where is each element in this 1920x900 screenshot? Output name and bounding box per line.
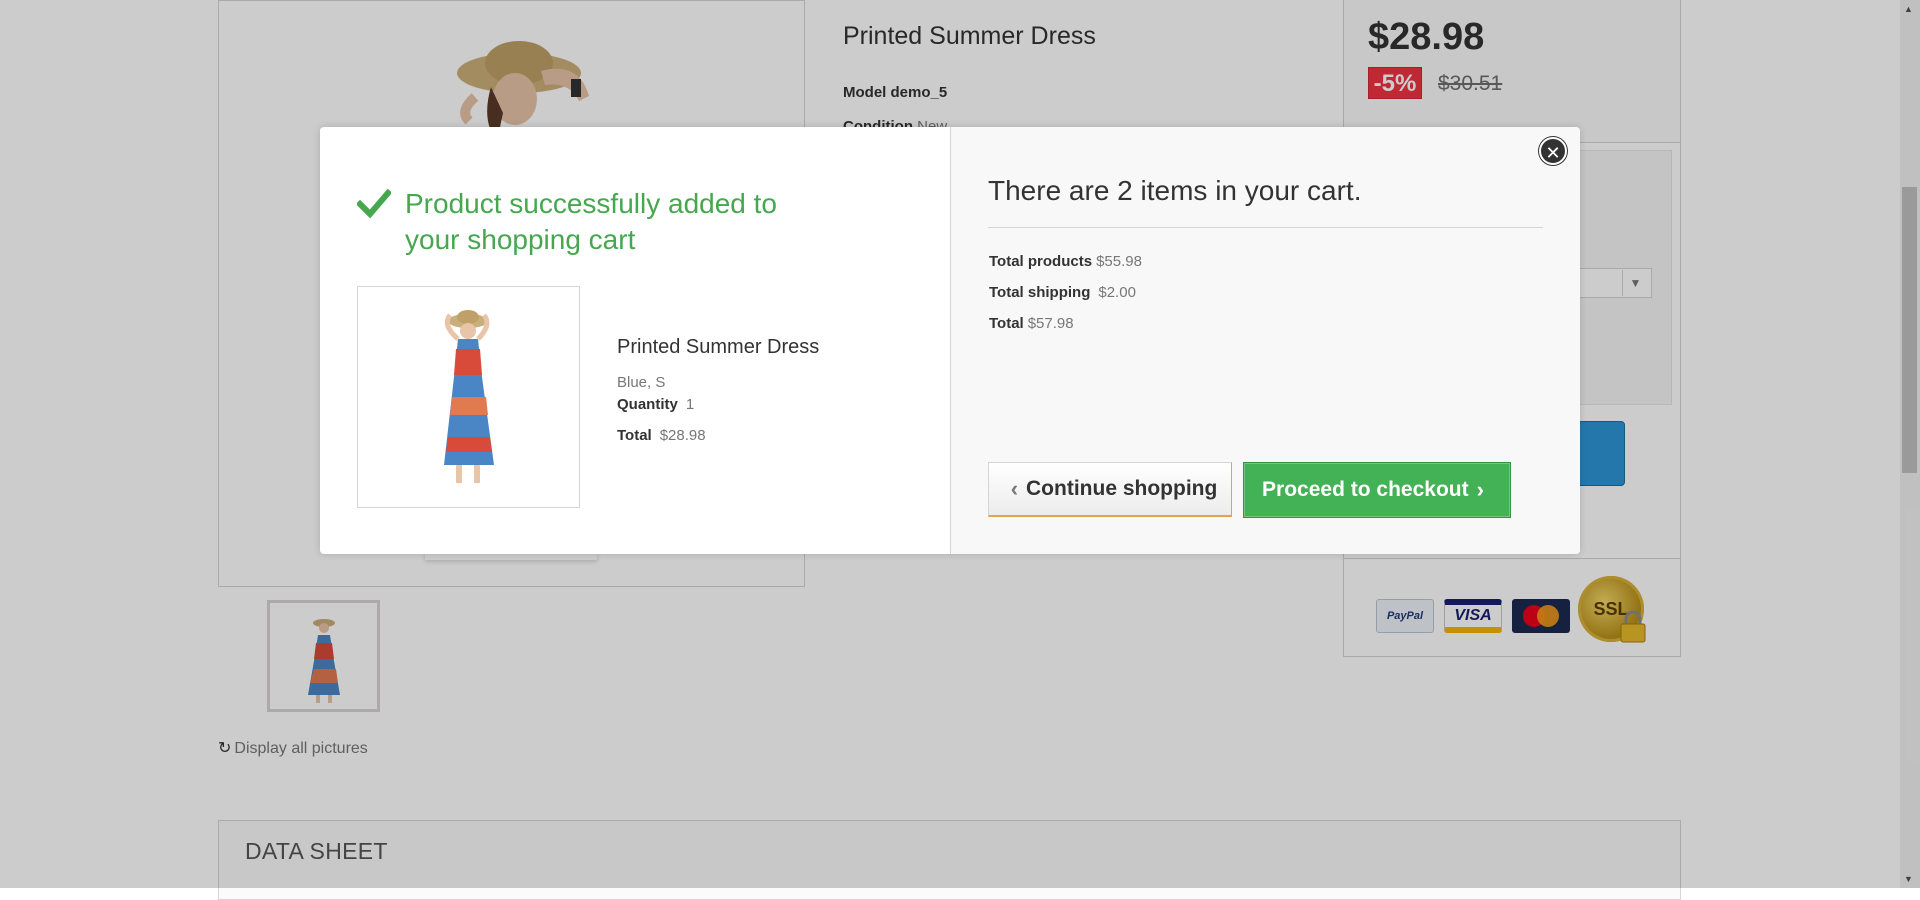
close-icon[interactable]: ✕ — [1539, 137, 1567, 165]
success-message: Product successfully added to your shopp… — [405, 188, 777, 255]
cart-item-total: Total $28.98 — [617, 427, 706, 444]
divider — [988, 227, 1543, 228]
total-shipping-value: $2.00 — [1098, 284, 1136, 301]
quantity-value: 1 — [685, 396, 695, 413]
quantity-label: Quantity — [617, 396, 678, 413]
proceed-to-checkout-button[interactable]: Proceed to checkout › — [1243, 462, 1511, 518]
cart-heading: There are 2 items in your cart. — [988, 175, 1362, 206]
total-label: Total — [989, 315, 1024, 332]
chevron-left-icon: ‹ — [1010, 476, 1019, 501]
total-value: $57.98 — [1027, 315, 1074, 332]
item-total-value: $28.98 — [659, 427, 706, 444]
cart-item-name: Printed Summer Dress — [617, 336, 820, 358]
cart-item-attributes: Blue, S — [617, 374, 666, 391]
proceed-to-checkout-label: Proceed to checkout — [1262, 478, 1469, 501]
total-shipping-row: Total shipping $2.00 — [989, 284, 1136, 301]
checkmark-icon — [357, 188, 391, 219]
total-row: Total $57.98 — [989, 315, 1074, 332]
continue-shopping-button[interactable]: ‹ Continue shopping — [988, 462, 1232, 517]
total-products-row: Total products $55.98 — [989, 253, 1142, 270]
item-total-label: Total — [617, 427, 652, 444]
continue-shopping-label: Continue shopping — [1026, 477, 1218, 500]
total-shipping-label: Total shipping — [989, 284, 1091, 301]
chevron-right-icon: › — [1476, 477, 1484, 502]
cart-item-quantity: Quantity 1 — [617, 396, 694, 413]
total-products-value: $55.98 — [1096, 253, 1142, 270]
total-products-label: Total products — [989, 253, 1093, 270]
dress-image — [444, 310, 494, 483]
cart-item-image — [357, 286, 580, 508]
